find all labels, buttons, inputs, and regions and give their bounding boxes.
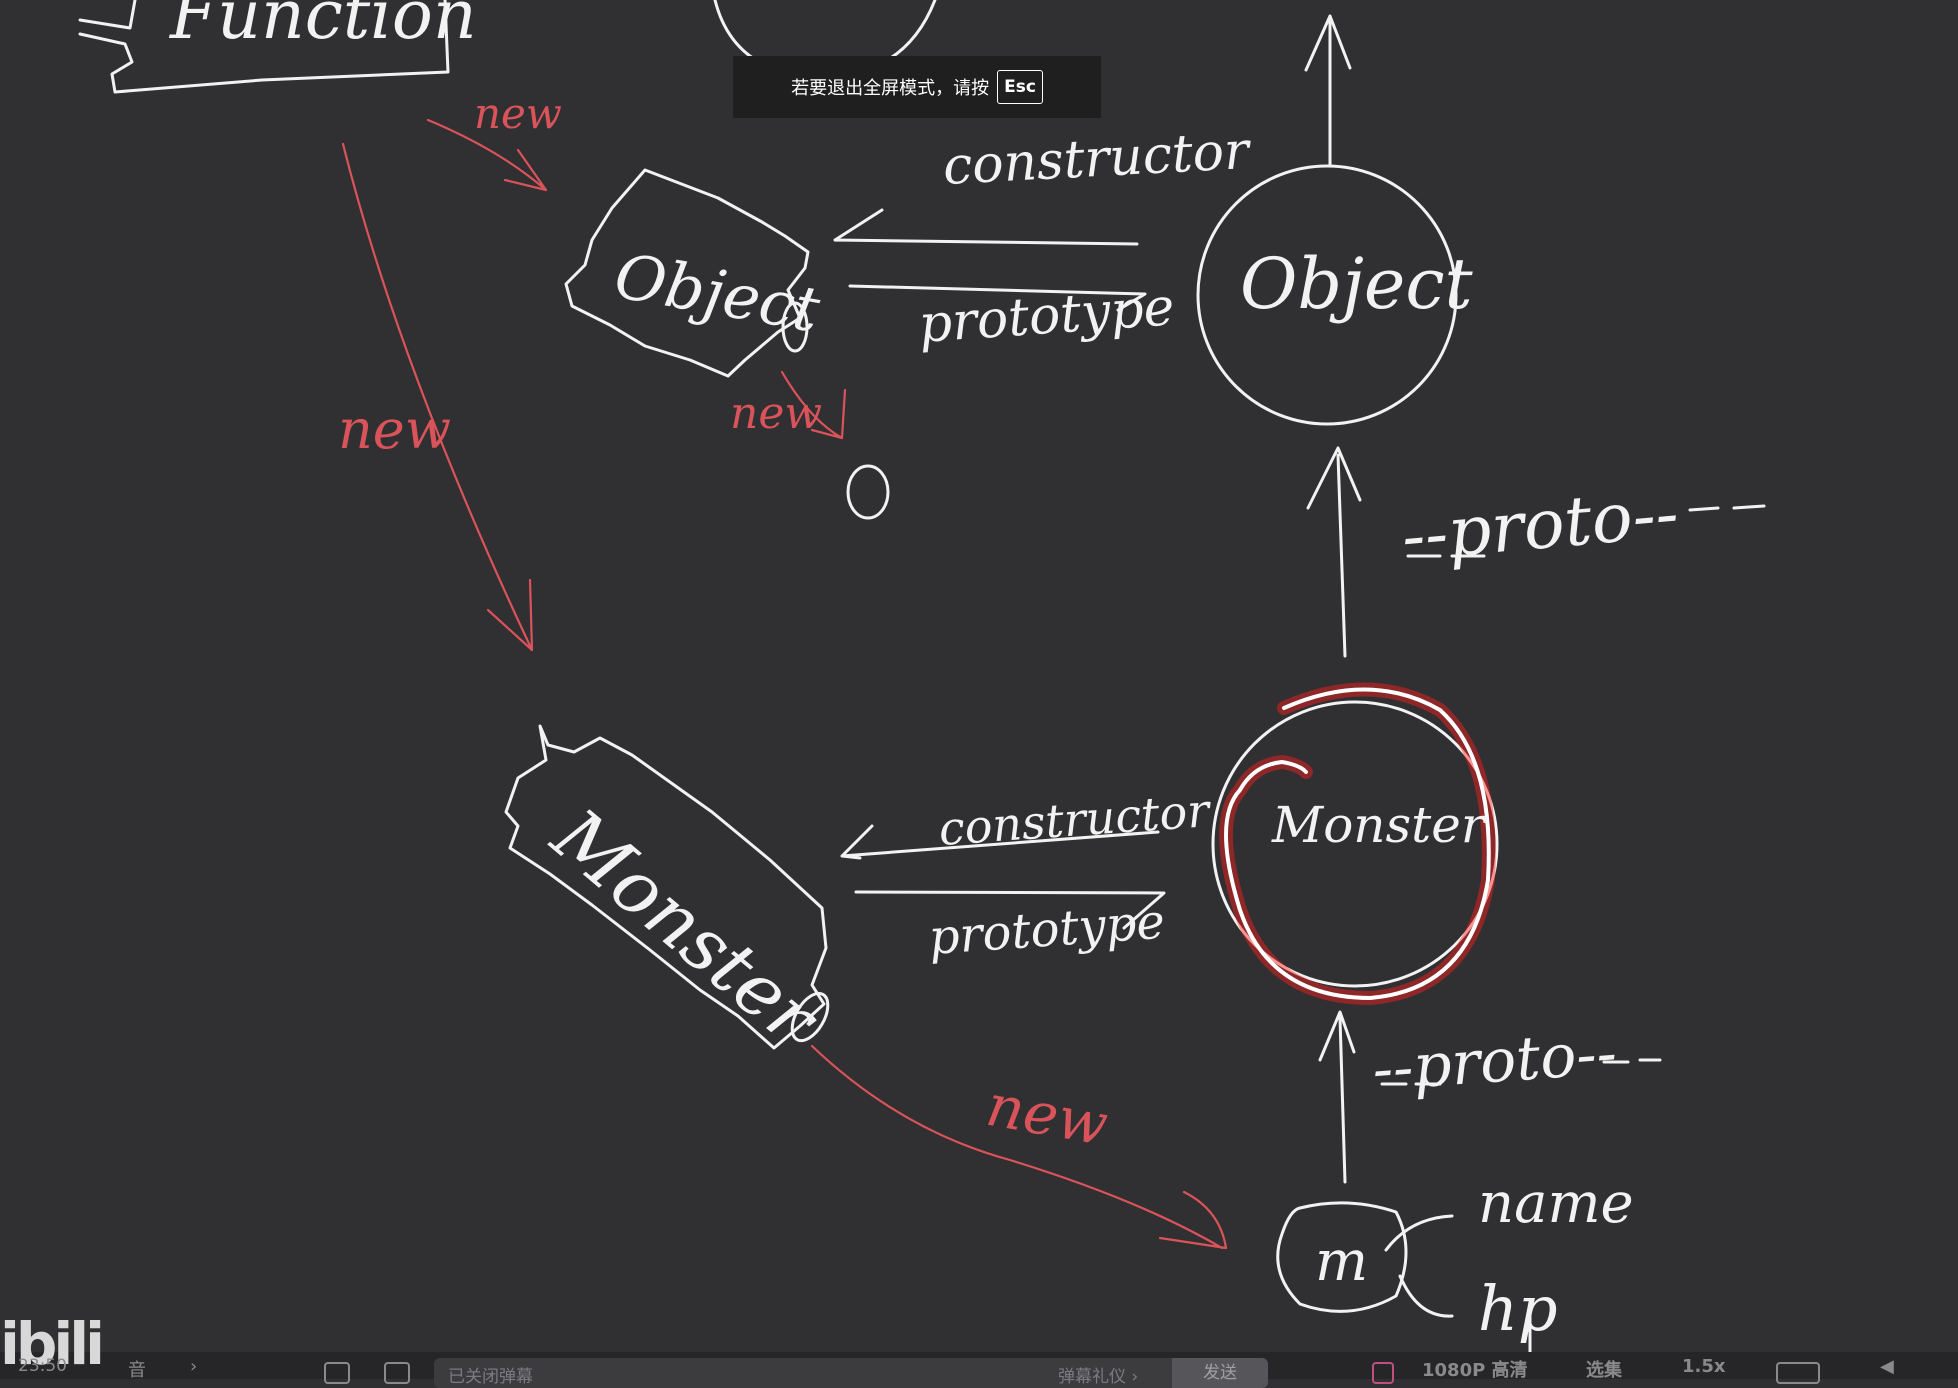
object-function-label: Object	[609, 239, 825, 347]
new-label-1: new	[474, 89, 562, 138]
monster-prototype-label: Monster	[1271, 796, 1488, 854]
volume-icon[interactable]: ◀	[1880, 1356, 1894, 1377]
hd-badge-icon	[1372, 1362, 1394, 1384]
danmaku-settings-icon[interactable]	[384, 1362, 410, 1384]
zero-mark	[846, 464, 890, 520]
new-label-3: new	[730, 388, 822, 439]
danmaku-toggle-icon[interactable]	[324, 1362, 350, 1384]
danmaku-etiquette-link[interactable]: 弹幕礼仪 ›	[1058, 1362, 1138, 1387]
danmaku-placeholder: 已关闭弹幕	[448, 1367, 533, 1387]
object-up-arrow	[1304, 14, 1352, 168]
new-label-2: new	[338, 398, 451, 461]
prototype-label-bottom: prototype	[927, 894, 1167, 966]
name-label: name	[1478, 1171, 1634, 1236]
whiteboard-canvas: Function Object constructor prototype Ob…	[78, 0, 1766, 1379]
m-label: m	[1315, 1229, 1368, 1294]
proto-arrow-bottom	[1318, 1010, 1356, 1184]
m-properties-brace	[1384, 1214, 1454, 1318]
proto-label-bottom: --proto--	[1370, 1018, 1619, 1105]
constructor-label-bottom: constructor	[937, 783, 1214, 856]
episodes-button[interactable]: 选集	[1586, 1356, 1622, 1382]
send-button[interactable]: 发送	[1172, 1358, 1268, 1388]
danmaku-input-bar[interactable]: 已关闭弹幕 弹幕礼仪 › 发送	[434, 1358, 1268, 1388]
current-time: 23:50	[18, 1356, 67, 1376]
constructor-arrow-top	[833, 208, 1139, 246]
new-arrow-function-to-monster	[341, 142, 534, 652]
fullscreen-exit-toast: 若要退出全屏模式，请按 Esc	[733, 56, 1101, 118]
proto-label-top: --proto--	[1399, 474, 1682, 577]
object-prototype-label: Object	[1240, 243, 1474, 325]
monster-function-label: Monster	[535, 792, 837, 1065]
proto-arrow-top	[1306, 446, 1362, 658]
volume-text[interactable]: 音	[128, 1356, 146, 1382]
subtitle-icon[interactable]	[1776, 1362, 1820, 1384]
next-icon[interactable]: ›	[190, 1356, 197, 1377]
speed-selector[interactable]: 1.5x	[1682, 1356, 1726, 1377]
quality-selector[interactable]: 1080P 高清	[1422, 1356, 1528, 1382]
constructor-label-top: constructor	[942, 121, 1254, 197]
esc-key-badge: Esc	[997, 70, 1043, 104]
hp-label: hp	[1478, 1272, 1558, 1345]
new-label-4: new	[982, 1071, 1113, 1159]
toast-message: 若要退出全屏模式，请按	[791, 78, 990, 99]
function-label: Function	[168, 0, 477, 55]
